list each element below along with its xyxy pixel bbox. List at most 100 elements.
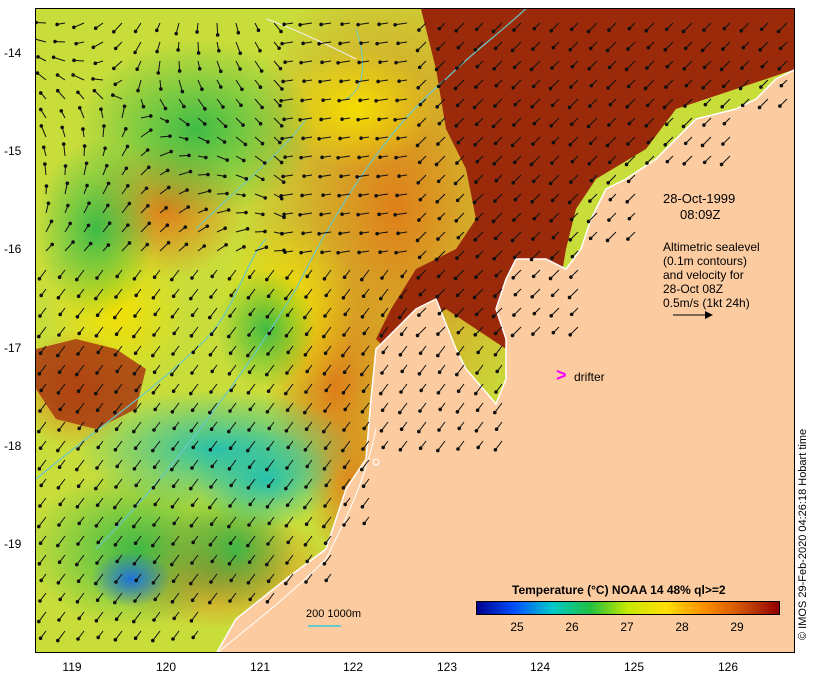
velocity-arrow-head <box>209 522 214 527</box>
velocity-arrow-head <box>242 158 246 163</box>
velocity-arrow-head <box>436 84 441 89</box>
velocity-arrow-head <box>191 350 195 355</box>
colorbar-tick: 25 <box>510 620 524 634</box>
velocity-arrow-head <box>189 334 194 338</box>
velocity-arrow-head <box>152 370 157 375</box>
velocity-arrow-head <box>49 219 54 224</box>
velocity-arrow-head <box>99 107 103 112</box>
velocity-arrow-head <box>550 66 554 70</box>
velocity-arrow-head <box>474 429 479 433</box>
velocity-arrow-head <box>259 69 264 73</box>
velocity-arrow-head <box>551 330 556 335</box>
velocity-arrow-head <box>304 295 308 299</box>
velocity-arrow-head <box>362 521 367 526</box>
velocity-arrow-head <box>37 372 42 376</box>
velocity-arrow-head <box>607 160 612 165</box>
velocity-arrow-head <box>208 448 213 452</box>
velocity-arrow-head <box>395 98 399 103</box>
velocity-arrow-head <box>171 542 175 546</box>
velocity-arrow-head <box>664 27 669 32</box>
velocity-arrow-head <box>625 104 630 109</box>
velocity-arrow-head <box>284 486 288 491</box>
velocity-arrow-head <box>172 331 176 336</box>
velocity-arrow-head <box>135 67 139 71</box>
velocity-arrow-head <box>285 561 289 565</box>
velocity-arrow-head <box>586 124 591 129</box>
velocity-arrow-head <box>587 161 592 166</box>
velocity-arrow-head <box>627 26 632 31</box>
velocity-arrow-head <box>303 410 307 415</box>
velocity-arrow-head <box>61 142 66 146</box>
velocity-arrow-head <box>228 351 233 356</box>
velocity-arrow-head <box>191 635 195 640</box>
velocity-arrow-head <box>53 39 57 44</box>
velocity-arrow-head <box>77 331 82 336</box>
velocity-arrow-head <box>210 559 214 564</box>
velocity-arrow-head <box>513 102 518 107</box>
velocity-arrow-head <box>77 426 82 431</box>
velocity-arrow-head <box>493 46 498 51</box>
velocity-arrow-head <box>58 502 63 507</box>
velocity-arrow-head <box>398 448 403 452</box>
velocity-arrow-head <box>209 295 213 299</box>
velocity-arrow-head <box>114 332 119 337</box>
velocity-arrow-head <box>152 275 157 280</box>
velocity-arrow-head <box>475 408 480 413</box>
velocity-arrow-head <box>436 237 440 241</box>
velocity-arrow-head <box>510 333 515 338</box>
velocity-arrow-head <box>324 388 329 393</box>
velocity-arrow-head <box>319 22 323 27</box>
velocity-arrow-head <box>279 160 284 165</box>
velocity-arrow-head <box>417 218 421 222</box>
velocity-arrow-head <box>336 155 340 160</box>
velocity-arrow-head <box>319 212 323 217</box>
y-tick-label: -18 <box>4 439 22 453</box>
velocity-arrow-head <box>202 122 207 126</box>
velocity-arrow-head <box>227 334 231 339</box>
velocity-arrow-head <box>106 243 111 247</box>
isobath-scale-label: 200 1000m <box>306 608 362 620</box>
velocity-arrow-head <box>399 332 404 337</box>
velocity-arrow-head <box>569 122 574 127</box>
velocity-arrow-head <box>37 562 42 566</box>
velocity-arrow-head <box>277 46 281 50</box>
velocity-arrow-head <box>760 64 765 69</box>
velocity-arrow-head <box>171 637 175 641</box>
velocity-arrow-head <box>567 105 572 110</box>
velocity-arrow-head <box>324 578 329 583</box>
velocity-arrow-head <box>512 65 517 70</box>
velocity-arrow-head <box>493 199 497 203</box>
velocity-arrow-head <box>396 41 400 46</box>
velocity-arrow-head <box>37 429 41 434</box>
velocity-arrow-head <box>356 212 360 217</box>
velocity-arrow-head <box>210 369 214 374</box>
velocity-arrow-head <box>245 227 250 231</box>
velocity-arrow-head <box>322 334 326 339</box>
velocity-arrow-head <box>96 445 101 450</box>
velocity-arrow-head <box>779 83 784 88</box>
velocity-arrow-head <box>247 523 251 527</box>
velocity-arrow-head <box>473 142 478 147</box>
velocity-arrow-head <box>493 331 498 336</box>
velocity-arrow-head <box>210 464 214 469</box>
velocity-arrow-head <box>435 104 440 109</box>
velocity-arrow-head <box>168 134 172 138</box>
velocity-arrow-head <box>247 465 252 470</box>
velocity-arrow-head <box>434 162 439 167</box>
velocity-arrow-head <box>361 447 365 451</box>
velocity-arrow-head <box>262 161 267 165</box>
velocity-arrow-head <box>492 161 497 166</box>
velocity-arrow-head <box>474 122 479 127</box>
velocity-arrow-head <box>739 28 744 33</box>
velocity-arrow-head <box>56 448 60 453</box>
velocity-arrow-head <box>171 294 176 299</box>
velocity-arrow-head <box>355 174 359 179</box>
velocity-arrow-head <box>228 599 232 603</box>
velocity-arrow-head <box>510 238 515 243</box>
velocity-arrow-head <box>190 561 194 565</box>
velocity-arrow-head <box>151 353 155 358</box>
velocity-arrow-head <box>94 619 99 623</box>
velocity-arrow-head <box>415 333 420 338</box>
velocity-arrow-head <box>664 122 669 127</box>
velocity-arrow-head <box>322 277 327 281</box>
